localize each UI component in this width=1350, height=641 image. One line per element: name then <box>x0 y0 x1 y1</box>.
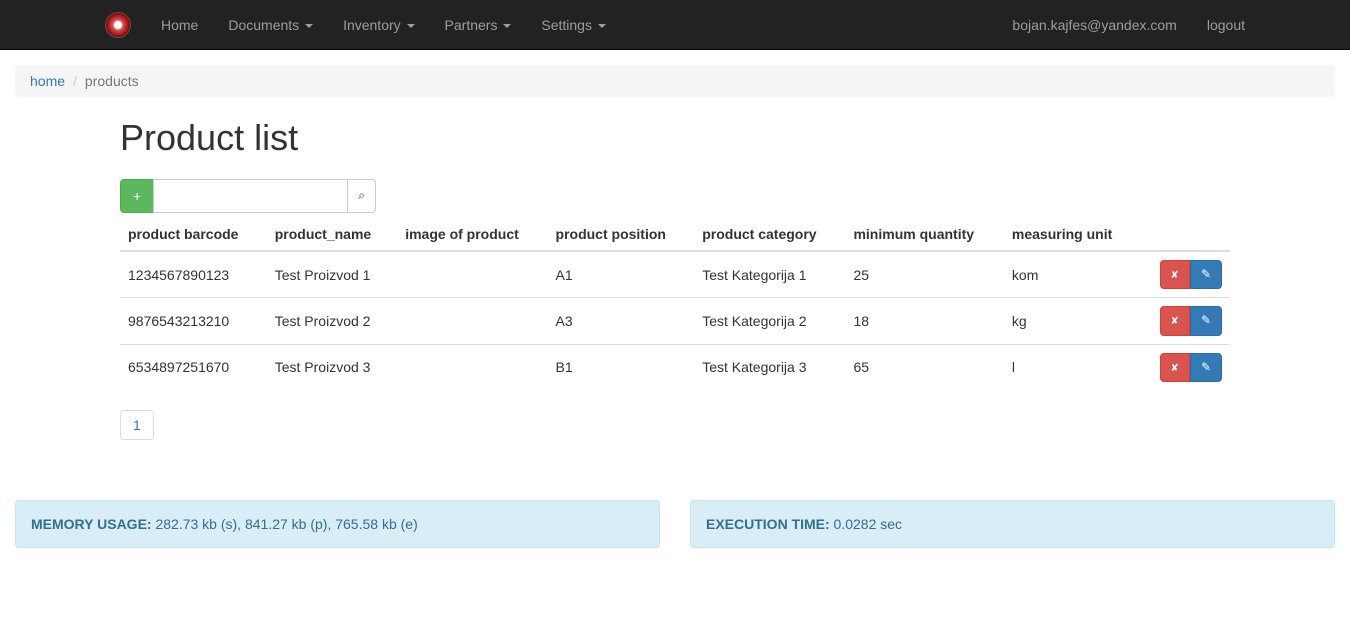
edit-button[interactable] <box>1190 260 1222 289</box>
nav-logout[interactable]: logout <box>1192 2 1260 48</box>
toolbar: + <box>120 179 1230 213</box>
cell-minqty: 25 <box>845 251 1003 298</box>
col-category: product category <box>694 218 845 251</box>
cell-actions <box>1139 251 1230 298</box>
cell-category: Test Kategorija 2 <box>694 298 845 344</box>
chevron-down-icon <box>407 24 415 28</box>
top-navbar: Home Documents Inventory Partners Settin… <box>0 0 1350 50</box>
pencil-icon <box>1201 267 1211 281</box>
cell-barcode: 1234567890123 <box>120 251 267 298</box>
cell-actions <box>1139 344 1230 390</box>
delete-icon <box>1171 360 1179 374</box>
table-row: 1234567890123Test Proizvod 1 A1Test Kateg… <box>120 251 1230 298</box>
nav-user-email[interactable]: bojan.kajfes@yandex.com <box>997 2 1191 48</box>
cell-barcode: 9876543213210 <box>120 298 267 344</box>
brand-logo[interactable] <box>90 12 146 38</box>
cell-barcode: 6534897251670 <box>120 344 267 390</box>
breadcrumb-home[interactable]: home <box>30 73 65 89</box>
pagination: 1 <box>120 410 1230 440</box>
table-row: 9876543213210Test Proizvod 2 A3Test Kateg… <box>120 298 1230 344</box>
page-title: Product list <box>120 117 1230 159</box>
nav-inventory[interactable]: Inventory <box>328 2 429 48</box>
cell-image <box>397 251 547 298</box>
col-actions <box>1139 218 1230 251</box>
cell-position: A1 <box>548 251 695 298</box>
cell-name: Test Proizvod 2 <box>267 298 397 344</box>
col-name: product_name <box>267 218 397 251</box>
delete-button[interactable] <box>1160 353 1190 382</box>
products-table: product barcode product_name image of pr… <box>120 218 1230 390</box>
cell-unit: l <box>1004 344 1139 390</box>
execution-time-panel: EXECUTION TIME: 0.0282 sec <box>690 500 1335 548</box>
nav-home[interactable]: Home <box>146 2 213 48</box>
breadcrumb-current: products <box>65 73 139 89</box>
search-input[interactable] <box>153 179 348 213</box>
nav-partners[interactable]: Partners <box>430 2 527 48</box>
cell-name: Test Proizvod 3 <box>267 344 397 390</box>
memory-value: 282.73 kb (s), 841.27 kb (p), 765.58 kb … <box>152 516 418 532</box>
nav-documents[interactable]: Documents <box>213 2 328 48</box>
cell-name: Test Proizvod 1 <box>267 251 397 298</box>
delete-button[interactable] <box>1160 306 1190 335</box>
delete-button[interactable] <box>1160 260 1190 289</box>
exec-value: 0.0282 sec <box>830 516 902 532</box>
memory-label: MEMORY USAGE: <box>31 516 152 532</box>
col-position: product position <box>548 218 695 251</box>
cell-unit: kg <box>1004 298 1139 344</box>
cell-category: Test Kategorija 3 <box>694 344 845 390</box>
col-unit: measuring unit <box>1004 218 1139 251</box>
col-minqty: minimum quantity <box>845 218 1003 251</box>
search-button[interactable] <box>348 179 376 213</box>
memory-usage-panel: MEMORY USAGE: 282.73 kb (s), 841.27 kb (… <box>15 500 660 548</box>
debug-footer: MEMORY USAGE: 282.73 kb (s), 841.27 kb (… <box>0 500 1350 548</box>
exec-label: EXECUTION TIME: <box>706 516 830 532</box>
logo-icon <box>105 12 131 38</box>
breadcrumb: home products <box>15 65 1335 97</box>
add-product-button[interactable]: + <box>120 179 153 213</box>
edit-button[interactable] <box>1190 306 1222 335</box>
nav-settings[interactable]: Settings <box>526 2 620 48</box>
cell-minqty: 18 <box>845 298 1003 344</box>
table-header-row: product barcode product_name image of pr… <box>120 218 1230 251</box>
chevron-down-icon <box>598 24 606 28</box>
delete-icon <box>1171 267 1179 281</box>
nav-main: Home Documents Inventory Partners Settin… <box>146 2 621 48</box>
chevron-down-icon <box>503 24 511 28</box>
cell-unit: kom <box>1004 251 1139 298</box>
cell-position: B1 <box>548 344 695 390</box>
col-image: image of product <box>397 218 547 251</box>
col-barcode: product barcode <box>120 218 267 251</box>
edit-button[interactable] <box>1190 353 1222 382</box>
cell-position: A3 <box>548 298 695 344</box>
pencil-icon <box>1201 360 1211 374</box>
search-icon <box>358 190 365 202</box>
cell-image <box>397 344 547 390</box>
cell-image <box>397 298 547 344</box>
table-row: 6534897251670Test Proizvod 3 B1Test Kateg… <box>120 344 1230 390</box>
chevron-down-icon <box>305 24 313 28</box>
cell-actions <box>1139 298 1230 344</box>
delete-icon <box>1171 313 1179 327</box>
nav-right: bojan.kajfes@yandex.com logout <box>997 2 1260 48</box>
cell-minqty: 65 <box>845 344 1003 390</box>
cell-category: Test Kategorija 1 <box>694 251 845 298</box>
pencil-icon <box>1201 313 1211 327</box>
page-1[interactable]: 1 <box>120 410 154 440</box>
